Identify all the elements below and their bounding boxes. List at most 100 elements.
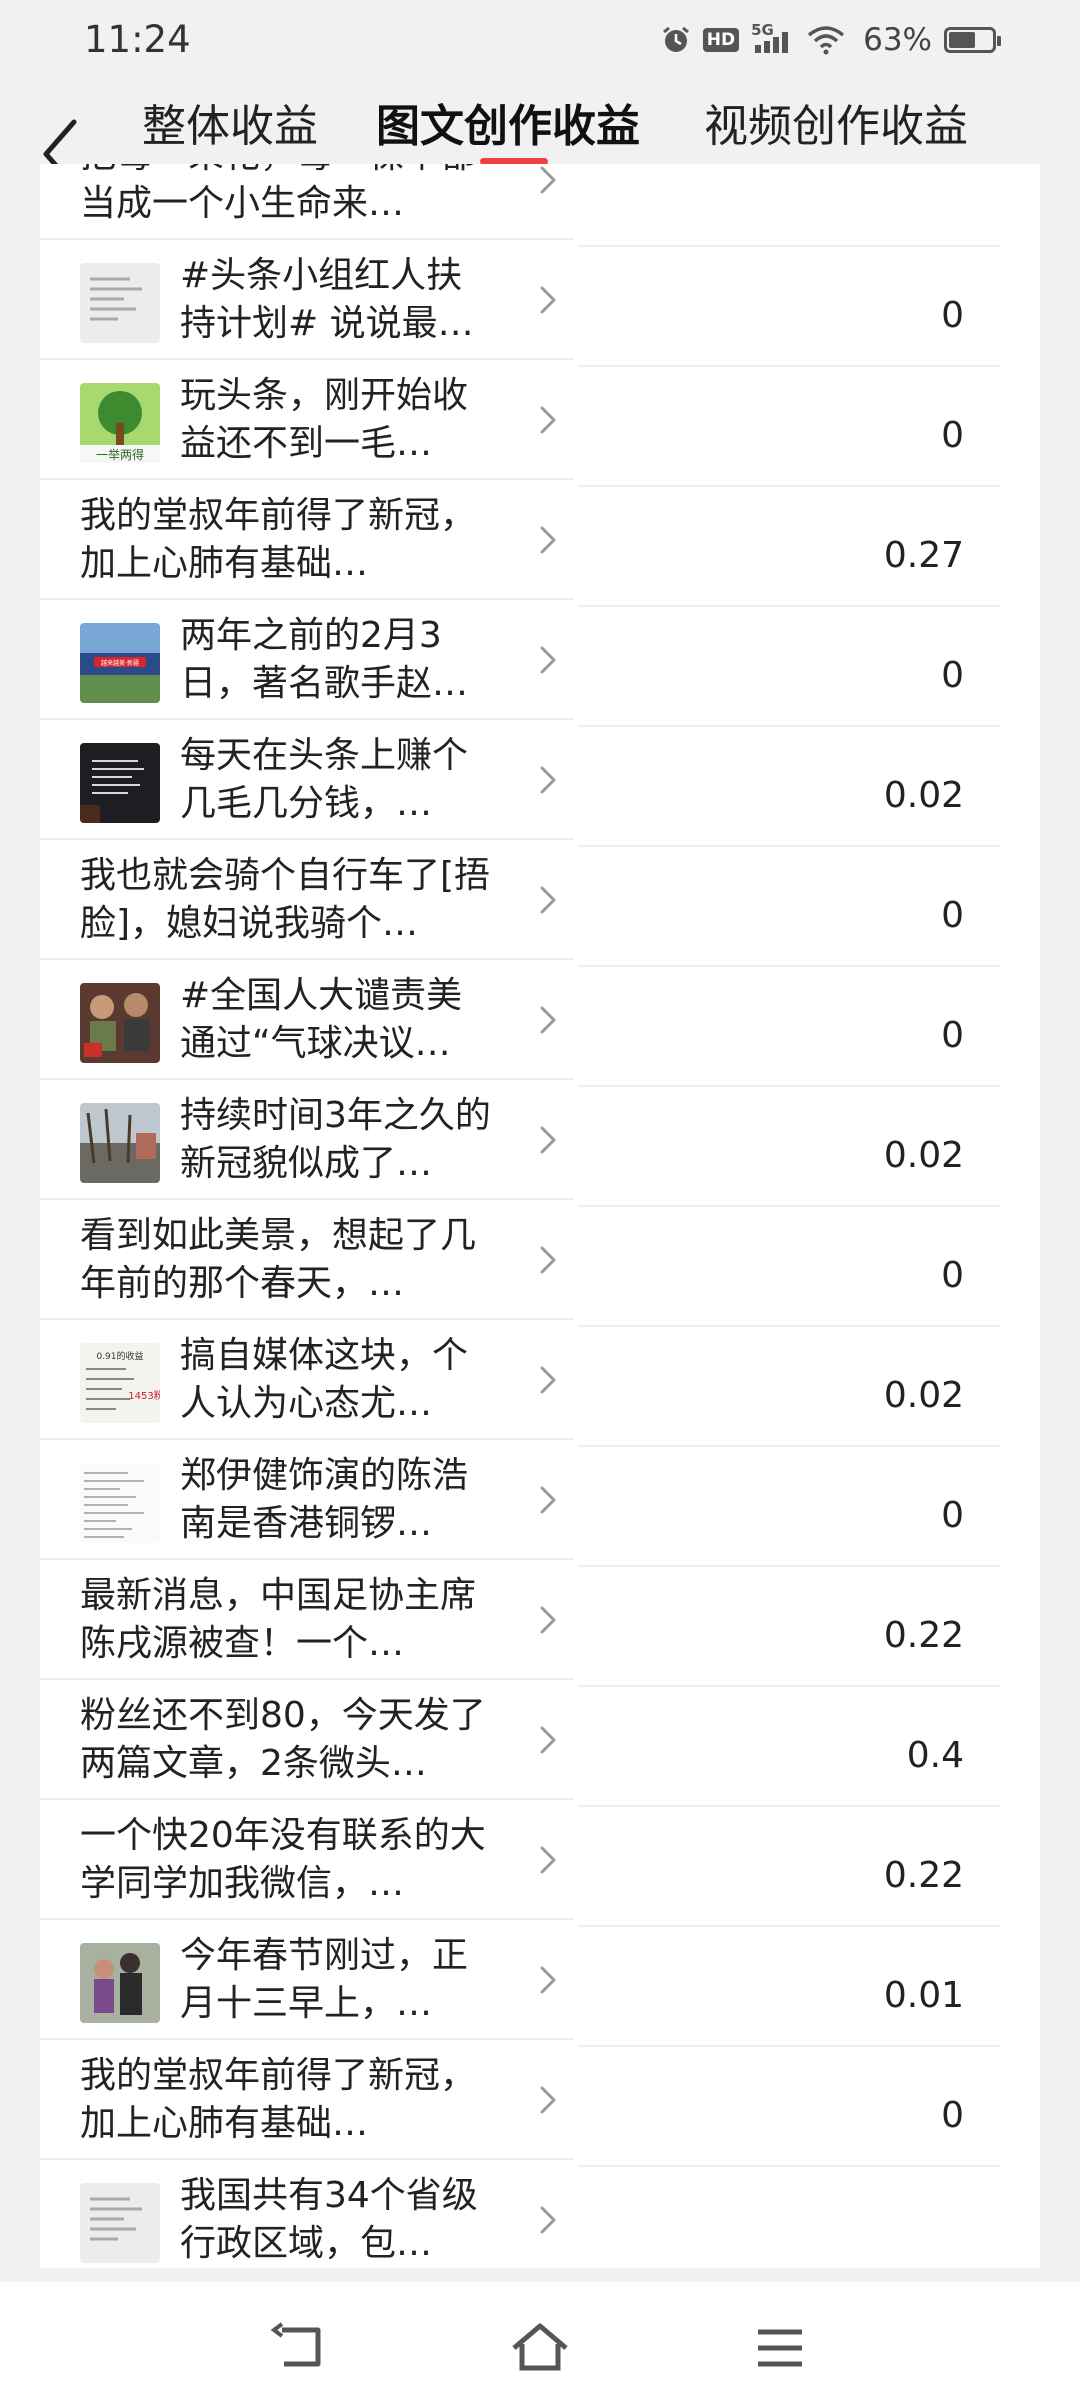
chevron-right-icon[interactable] [536, 1480, 560, 1520]
article-cell[interactable]: 我国共有34个省级行政区域，包… [40, 2160, 574, 2268]
chevron-right-icon[interactable] [536, 1840, 560, 1880]
article-cell[interactable]: 一个快20年没有联系的大学同学加我微信，… [40, 1800, 574, 1920]
battery-icon [944, 27, 1001, 53]
chevron-right-icon[interactable] [536, 400, 560, 440]
hd-icon: HD [702, 28, 740, 52]
wifi-icon [807, 26, 845, 55]
earnings-value: 0 [941, 895, 964, 936]
article-cell[interactable]: 最新消息，中国足协主席陈戌源被查！一个… [40, 1560, 574, 1680]
earnings-panel: 把每一朵花，每一棵草都当成一个小生命来…0#头条小组红人扶持计划# 说说最…0一… [40, 164, 1040, 2268]
article-cell[interactable]: 一举两得 玩头条，刚开始收益还不到一毛… [40, 360, 574, 480]
chevron-right-icon[interactable] [536, 520, 560, 560]
article-row[interactable]: 今年春节刚过，正月十三早上，… 0.01 [40, 1920, 1040, 2047]
chevron-right-icon[interactable] [536, 640, 560, 680]
earnings-value: 0 [941, 2095, 964, 2136]
chevron-right-icon[interactable] [536, 760, 560, 800]
article-title: 把每一朵花，每一棵草都当成一个小生命来… [80, 164, 476, 224]
earnings-value: 0.02 [883, 1375, 964, 1416]
article-cell[interactable]: 持续时间3年之久的新冠貌似成了… [40, 1080, 574, 1200]
article-thumbnail: 一举两得 [80, 383, 160, 463]
article-title: 粉丝还不到80，今天发了两篇文章，2条微头… [80, 1695, 486, 1784]
earnings-value: 0.02 [883, 775, 964, 816]
article-title: 搞自媒体这块，个人认为心态尤… [180, 1335, 469, 1424]
chevron-right-icon[interactable] [536, 1960, 560, 2000]
status-icons: HD 5G 63% [661, 21, 1001, 58]
article-title: 持续时间3年之久的新冠貌似成了… [180, 1095, 491, 1184]
svg-text:越来越美·新疆: 越来越美·新疆 [101, 659, 139, 667]
article-row[interactable]: 粉丝还不到80，今天发了两篇文章，2条微头… 0.4 [40, 1680, 1040, 1807]
article-title: 每天在头条上赚个几毛几分钱，… [180, 735, 469, 824]
article-cell[interactable]: 郑伊健饰演的陈浩南是香港铜锣… [40, 1440, 574, 1560]
article-thumbnail: 越来越美·新疆 [80, 623, 160, 703]
chevron-right-icon[interactable] [536, 280, 560, 320]
article-thumbnail [80, 1943, 160, 2023]
article-row[interactable]: #全国人大谴责美通过“气球决议… 0 [40, 960, 1040, 1087]
article-row[interactable]: 我的堂叔年前得了新冠，加上心肺有基础… 0.27 [40, 480, 1040, 607]
earnings-value: 0 [941, 1255, 964, 1296]
chevron-right-icon[interactable] [536, 1360, 560, 1400]
nav-home-icon[interactable] [510, 2320, 570, 2376]
earnings-value: 0.27 [883, 535, 964, 576]
earnings-value: 0 [941, 655, 964, 696]
article-row[interactable]: 0.91的收益 1453粉 搞自媒体这块，个人认为心态尤… 0.02 [40, 1320, 1040, 1447]
chevron-right-icon[interactable] [536, 2200, 560, 2240]
earnings-value: 0 [941, 1495, 964, 1536]
article-thumbnail [80, 1463, 160, 1543]
chevron-right-icon[interactable] [536, 1120, 560, 1160]
header-tabs: 整体收益 图文创作收益 视频创作收益 [0, 82, 1080, 189]
article-cell[interactable]: 看到如此美景，想起了几年前的那个春天，… [40, 1200, 574, 1320]
status-bar: 11:24 HD 5G 63% [0, 0, 1080, 82]
earnings-value: 0.22 [883, 1855, 964, 1896]
article-cell[interactable]: 我也就会骑个自行车了[捂脸]，媳妇说我骑个… [40, 840, 574, 960]
chevron-right-icon[interactable] [536, 1240, 560, 1280]
earnings-value: 0 [941, 415, 964, 456]
article-row[interactable]: 看到如此美景，想起了几年前的那个春天，… 0 [40, 1200, 1040, 1327]
svg-text:1453粉: 1453粉 [128, 1389, 160, 1402]
article-row[interactable]: 越来越美·新疆 两年之前的2月3日，著名歌手赵… 0 [40, 600, 1040, 727]
tab-video-earnings[interactable]: 视频创作收益 [704, 90, 968, 154]
svg-text:一举两得: 一举两得 [96, 447, 144, 462]
article-row[interactable]: 最新消息，中国足协主席陈戌源被查！一个… 0.22 [40, 1560, 1040, 1687]
earnings-value: 0 [941, 295, 964, 336]
tab-article-earnings[interactable]: 图文创作收益 [376, 90, 640, 154]
article-cell[interactable]: 我的堂叔年前得了新冠，加上心肺有基础… [40, 2040, 574, 2160]
article-cell[interactable]: #头条小组红人扶持计划# 说说最… [40, 240, 574, 360]
article-row[interactable]: 每天在头条上赚个几毛几分钱，… 0.02 [40, 720, 1040, 847]
article-row[interactable]: 郑伊健饰演的陈浩南是香港铜锣… 0 [40, 1440, 1040, 1567]
article-thumbnail [80, 743, 160, 823]
article-title: 我也就会骑个自行车了[捂脸]，媳妇说我骑个… [80, 855, 491, 944]
article-title: 郑伊健饰演的陈浩南是香港铜锣… [180, 1455, 469, 1544]
chevron-right-icon[interactable] [536, 1600, 560, 1640]
article-cell[interactable]: 粉丝还不到80，今天发了两篇文章，2条微头… [40, 1680, 574, 1800]
article-row[interactable]: 把每一朵花，每一棵草都当成一个小生命来… 0 [40, 164, 1040, 247]
article-row[interactable]: 我国共有34个省级行政区域，包… [40, 2160, 1040, 2268]
chevron-right-icon[interactable] [536, 2080, 560, 2120]
article-cell[interactable]: 越来越美·新疆 两年之前的2月3日，著名歌手赵… [40, 600, 574, 720]
chevron-right-icon[interactable] [536, 1720, 560, 1760]
article-title: 两年之前的2月3日，著名歌手赵… [180, 615, 469, 704]
article-thumbnail [80, 1103, 160, 1183]
article-row[interactable]: 我的堂叔年前得了新冠，加上心肺有基础… 0 [40, 2040, 1040, 2167]
article-thumbnail [80, 2183, 160, 2263]
article-cell[interactable]: 今年春节刚过，正月十三早上，… [40, 1920, 574, 2040]
tab-overall-earnings[interactable]: 整体收益 [142, 90, 318, 154]
article-cell[interactable]: 每天在头条上赚个几毛几分钱，… [40, 720, 574, 840]
article-row[interactable]: 一个快20年没有联系的大学同学加我微信，… 0.22 [40, 1800, 1040, 1927]
article-cell[interactable]: #全国人大谴责美通过“气球决议… [40, 960, 574, 1080]
chevron-right-icon[interactable] [536, 1000, 560, 1040]
chevron-right-icon[interactable] [536, 164, 560, 200]
article-thumbnail: 0.91的收益 1453粉 [80, 1343, 160, 1423]
article-cell[interactable]: 0.91的收益 1453粉 搞自媒体这块，个人认为心态尤… [40, 1320, 574, 1440]
article-title: 玩头条，刚开始收益还不到一毛… [180, 375, 469, 464]
article-row[interactable]: 持续时间3年之久的新冠貌似成了… 0.02 [40, 1080, 1040, 1207]
article-cell[interactable]: 把每一朵花，每一棵草都当成一个小生命来… [40, 164, 574, 240]
nav-back-icon[interactable] [270, 2320, 330, 2376]
article-row[interactable]: 一举两得 玩头条，刚开始收益还不到一毛… 0 [40, 360, 1040, 487]
article-cell[interactable]: 我的堂叔年前得了新冠，加上心肺有基础… [40, 480, 574, 600]
article-row[interactable]: 我也就会骑个自行车了[捂脸]，媳妇说我骑个… 0 [40, 840, 1040, 967]
chevron-right-icon[interactable] [536, 880, 560, 920]
article-row[interactable]: #头条小组红人扶持计划# 说说最… 0 [40, 240, 1040, 367]
alarm-icon [662, 26, 689, 52]
nav-menu-icon[interactable] [750, 2320, 810, 2376]
article-thumbnail [80, 263, 160, 343]
